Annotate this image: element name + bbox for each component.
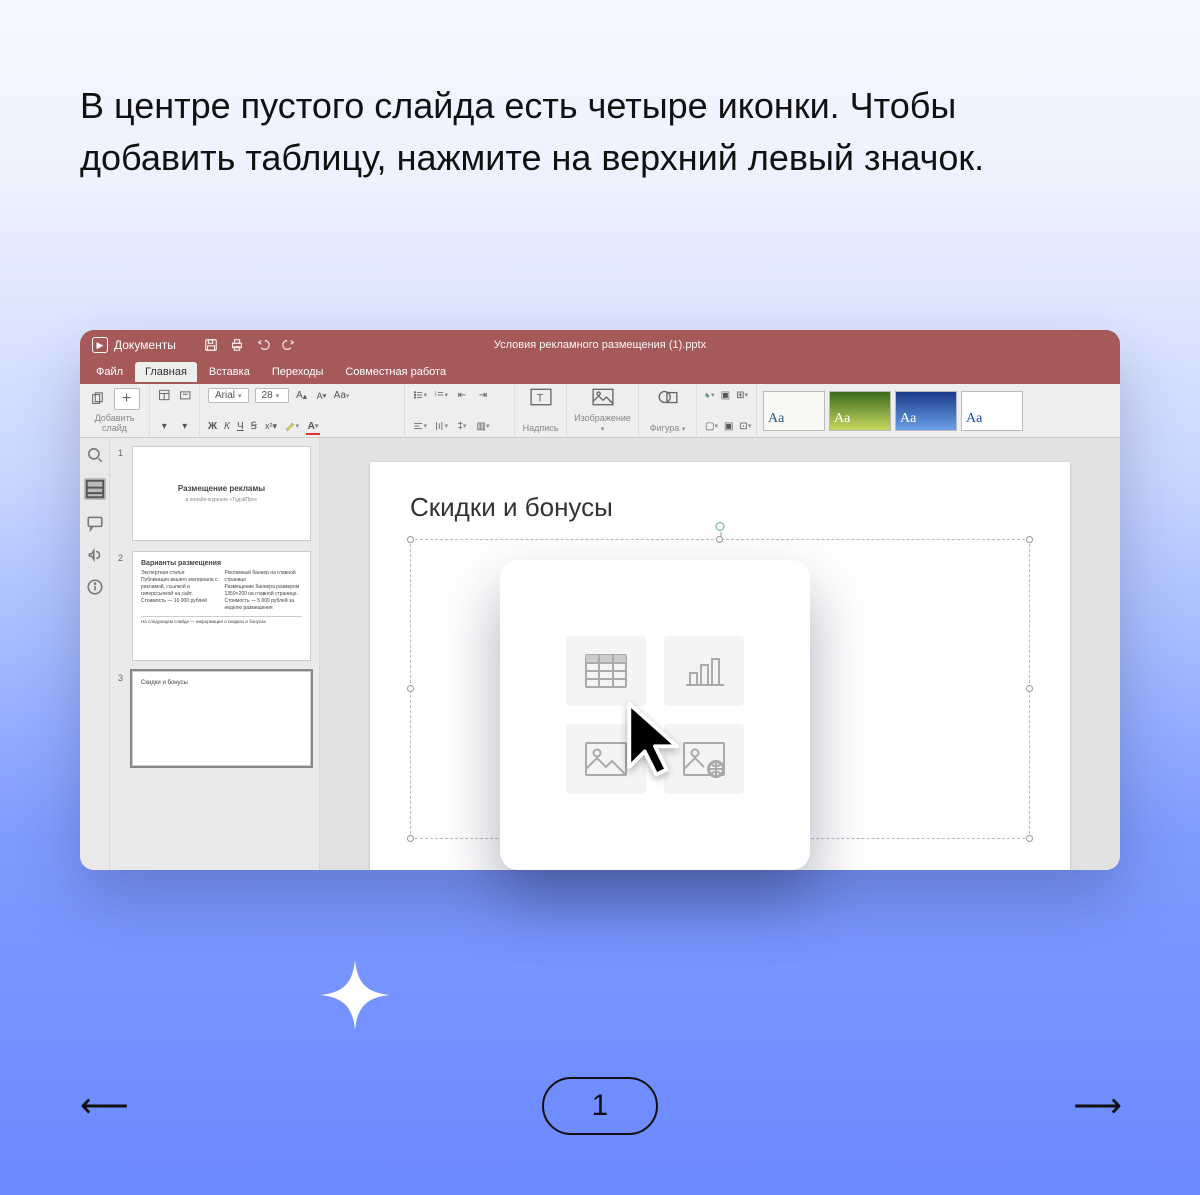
thumb-row-2[interactable]: 2 Варианты размещения Экспертная статья … [118, 551, 311, 661]
ribbon-textbox-group: T Надпись [515, 384, 567, 437]
document-title: Условия рекламного размещения (1).pptx [494, 339, 706, 351]
rotate-handle-icon[interactable] [716, 522, 725, 531]
decrease-indent-icon[interactable]: ⇤ [455, 388, 469, 402]
textbox-icon[interactable]: T [530, 388, 552, 406]
font-name-select[interactable]: Arial▾ [208, 388, 249, 403]
textbox-label: Надпись [523, 423, 559, 433]
highlight-icon[interactable]: ▾ [285, 419, 299, 433]
superscript-icon[interactable]: x²▾ [264, 419, 278, 433]
ribbon-arrange-group: ▾ ▣ ⊞▾ ▢▾ ▣ ⊡▾ [697, 384, 757, 437]
shrink-font-icon[interactable]: A▾ [315, 389, 329, 403]
thumb-row-1[interactable]: 1 Размещение рекламы в онлайн-журнале «Т… [118, 446, 311, 541]
page-indicator: 1 [542, 1077, 659, 1135]
sparkle-icon [320, 960, 390, 1030]
pager: ⟵ 1 ⟶ [0, 1077, 1200, 1135]
bold-button[interactable]: Ж [208, 421, 217, 432]
save-icon[interactable] [204, 338, 218, 352]
undo-icon[interactable] [256, 338, 270, 352]
font-color-icon[interactable]: A▾ [306, 419, 320, 433]
app-brand: ▶ Документы [92, 337, 176, 353]
redo-icon[interactable] [282, 338, 296, 352]
menu-home[interactable]: Главная [135, 362, 197, 382]
menu-collab[interactable]: Совместная работа [335, 362, 456, 382]
theme-2[interactable]: Aa [829, 391, 891, 431]
resize-handle[interactable] [716, 536, 723, 543]
image-icon[interactable] [592, 388, 614, 406]
image-label: Изображение ▾ [574, 413, 631, 433]
align-icon[interactable]: ▾ [413, 419, 427, 433]
increase-indent-icon[interactable]: ⇥ [476, 388, 490, 402]
grow-font-icon[interactable]: A▴ [295, 389, 309, 403]
ribbon-clipboard-group: + Добавить слайд [80, 384, 150, 437]
change-case-icon[interactable]: Aa▾ [335, 389, 349, 403]
underline-button[interactable]: Ч [237, 421, 244, 432]
insert-table-button[interactable] [566, 636, 646, 706]
delete-slide-icon[interactable]: ▾ [179, 419, 192, 433]
menu-transitions[interactable]: Переходы [262, 362, 334, 382]
instruction-text: В центре пустого слайда есть четыре икон… [80, 80, 1120, 184]
insert-chart-button[interactable] [664, 636, 744, 706]
theme-3[interactable]: Aa [895, 391, 957, 431]
comments-icon[interactable] [86, 514, 104, 532]
resize-handle[interactable] [1026, 685, 1033, 692]
align-objects-icon[interactable]: ⊞▾ [736, 388, 748, 402]
send-back-icon[interactable]: ▢▾ [705, 419, 718, 433]
ribbon-font-group: Arial▾ 28▾ A▴ A▾ Aa▾ Ж К Ч Ꞩ x²▾ ▾ A▾ [200, 384, 405, 437]
italic-button[interactable]: К [224, 421, 230, 432]
titlebar: ▶ Документы Условия рекламного размещени… [80, 330, 1120, 360]
print-icon[interactable] [230, 338, 244, 352]
ribbon: + Добавить слайд ▾ ▾ Arial▾ 28▾ A▴ A▾ Aa… [80, 384, 1120, 438]
menu-insert[interactable]: Вставка [199, 362, 260, 382]
feedback-icon[interactable] [86, 546, 104, 564]
bullets-icon[interactable]: ▾ [413, 388, 427, 402]
slide-settings-icon[interactable]: ▾ [158, 419, 171, 433]
slide-title[interactable]: Скидки и бонусы [410, 492, 1030, 523]
add-slide-button[interactable]: + [114, 388, 140, 410]
next-arrow[interactable]: ⟶ [1073, 1086, 1120, 1126]
slide-thumbnails: 1 Размещение рекламы в онлайн-журнале «Т… [110, 438, 320, 870]
app-brand-label: Документы [114, 338, 176, 352]
ribbon-shape-group: Фигура ▾ [639, 384, 697, 437]
group-icon[interactable]: ▣ [724, 419, 733, 433]
ribbon-paragraph-group: ▾ 12▾ ⇤ ⇥ ▾ ▾ ‡▾ ▥▾ [405, 384, 515, 437]
bring-front-icon[interactable]: ▣ [721, 388, 731, 402]
rotate-icon[interactable]: ⊡▾ [739, 419, 751, 433]
shape-icon[interactable] [657, 388, 679, 406]
resize-handle[interactable] [407, 835, 414, 842]
ribbon-themes-group: Aa Aa Aa Aa [757, 384, 1029, 437]
menubar: Файл Главная Вставка Переходы Совместная… [80, 360, 1120, 384]
shape-label: Фигура ▾ [650, 423, 686, 433]
font-size-select[interactable]: 28▾ [255, 388, 289, 403]
numbering-icon[interactable]: 12▾ [434, 388, 448, 402]
layout-icon[interactable] [158, 388, 171, 402]
quick-access-toolbar [204, 338, 296, 352]
ribbon-layout-group: ▾ ▾ [150, 384, 200, 437]
svg-text:T: T [536, 392, 543, 404]
thumb-row-3[interactable]: 3 Скидки и бонусы [118, 671, 311, 766]
resize-handle[interactable] [407, 685, 414, 692]
resize-handle[interactable] [1026, 536, 1033, 543]
info-icon[interactable] [86, 578, 104, 596]
theme-4[interactable]: Aa [961, 391, 1023, 431]
menu-file[interactable]: Файл [86, 362, 133, 382]
fill-color-icon[interactable]: ▾ [705, 388, 715, 402]
line-spacing-icon[interactable]: ‡▾ [455, 419, 469, 433]
side-rail [80, 438, 110, 870]
copy-icon[interactable] [90, 392, 104, 406]
ribbon-image-group: Изображение ▾ [567, 384, 639, 437]
columns-icon[interactable]: ▥▾ [476, 419, 490, 433]
svg-text:2: 2 [435, 393, 437, 397]
prev-arrow[interactable]: ⟵ [80, 1086, 127, 1126]
search-icon[interactable] [86, 446, 104, 464]
valign-icon[interactable]: ▾ [434, 419, 448, 433]
resize-handle[interactable] [407, 536, 414, 543]
add-slide-label: Добавить слайд [88, 413, 141, 433]
app-logo-icon: ▶ [92, 337, 108, 353]
resize-handle[interactable] [1026, 835, 1033, 842]
theme-1[interactable]: Aa [763, 391, 825, 431]
strike-button[interactable]: Ꞩ [251, 421, 257, 432]
reset-icon[interactable] [179, 388, 192, 402]
slides-panel-icon[interactable] [84, 478, 106, 500]
cursor-icon [620, 700, 690, 795]
